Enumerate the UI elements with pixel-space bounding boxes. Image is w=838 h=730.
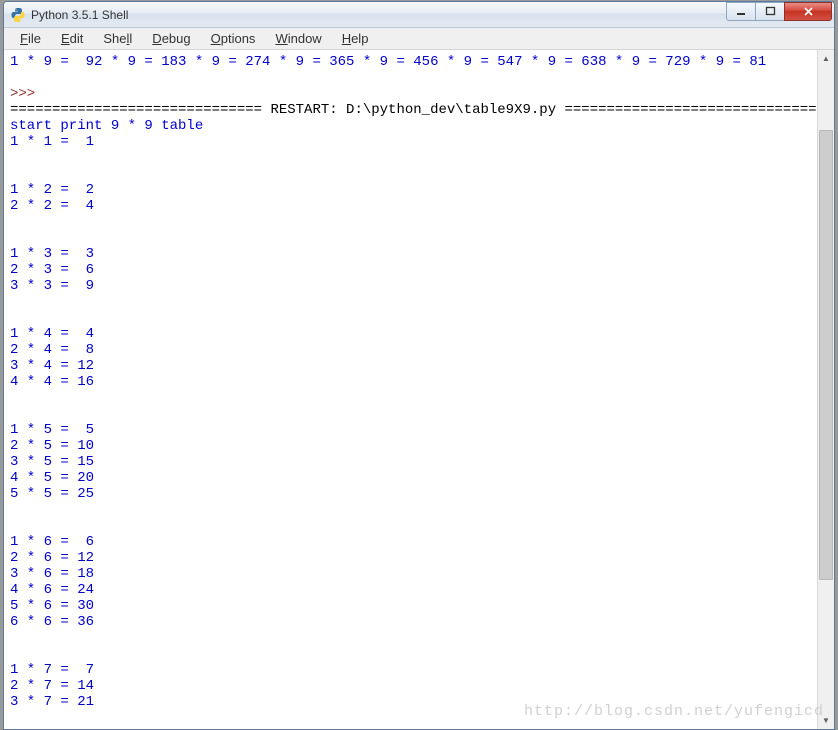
output-line: 1 * 9 = 92 * 9 = 183 * 9 = 274 * 9 = 365… (10, 54, 766, 70)
scroll-down-arrow[interactable]: ▼ (818, 712, 834, 729)
app-window: Python 3.5.1 Shell File Edit Shell Debug… (3, 1, 835, 730)
prompt: >>> (10, 86, 44, 102)
table-output: 1 * 1 = 1 1 * 2 = 2 2 * 2 = 4 1 * 3 = 3 … (10, 134, 94, 710)
shell-output[interactable]: 1 * 9 = 92 * 9 = 183 * 9 = 274 * 9 = 365… (4, 50, 817, 729)
scroll-up-arrow[interactable]: ▲ (818, 50, 834, 67)
menu-options[interactable]: Options (201, 29, 266, 48)
menu-file[interactable]: File (10, 29, 51, 48)
window-title: Python 3.5.1 Shell (31, 8, 727, 22)
python-icon (10, 7, 26, 23)
menu-edit[interactable]: Edit (51, 29, 93, 48)
minimize-button[interactable] (726, 2, 756, 21)
menu-debug[interactable]: Debug (142, 29, 200, 48)
menu-shell[interactable]: Shell (93, 29, 142, 48)
output-header: start print 9 * 9 table (10, 118, 203, 134)
close-button[interactable] (784, 2, 832, 21)
menu-window[interactable]: Window (265, 29, 331, 48)
menubar: File Edit Shell Debug Options Window Hel… (4, 28, 834, 50)
restart-line: ============================== RESTART: … (10, 102, 817, 118)
content-wrapper: 1 * 9 = 92 * 9 = 183 * 9 = 274 * 9 = 365… (4, 50, 834, 729)
vertical-scrollbar[interactable]: ▲ ▼ (817, 50, 834, 729)
scroll-thumb[interactable] (819, 130, 833, 580)
maximize-button[interactable] (755, 2, 785, 21)
menu-help[interactable]: Help (332, 29, 379, 48)
titlebar[interactable]: Python 3.5.1 Shell (4, 2, 834, 28)
window-controls (727, 2, 832, 21)
